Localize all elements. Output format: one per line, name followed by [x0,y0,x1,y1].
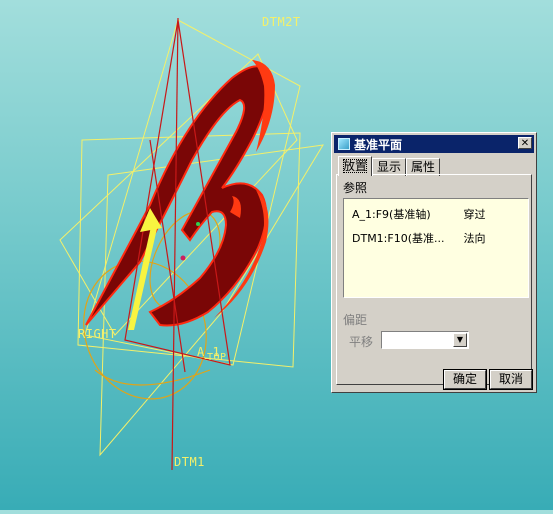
datum-plane-icon [338,138,350,150]
cancel-button[interactable]: 取消 [489,369,533,390]
translate-label: 平移 [349,335,374,349]
close-button[interactable]: ✕ [518,137,532,149]
dialog-titlebar[interactable]: 基准平面 ✕ [334,135,534,153]
offset-label: 偏距 [343,313,368,327]
references-label: 参照 [343,181,368,195]
tab-display-label: 显示 [377,160,402,174]
translate-dropdown[interactable]: ▼ [381,331,469,349]
ok-button[interactable]: 确定 [443,369,487,390]
datum-label-dtm1: DTM1 [174,455,205,469]
reference-name: A_1:F9(基准轴) [352,208,431,221]
placement-panel: 参照 A_1:F9(基准轴) 穿过 DTM1:F10(基准... 法向 偏距 平… [336,174,532,385]
references-list[interactable]: A_1:F9(基准轴) 穿过 DTM1:F10(基准... 法向 [343,198,529,298]
reference-name: DTM1:F10(基准... [352,232,445,245]
tab-placement-label: 放置 [343,159,368,173]
datum-label-dtm2t: DTM2T [262,15,301,29]
dropdown-arrow-icon[interactable]: ▼ [453,333,467,347]
tab-properties-label: 属性 [411,160,436,174]
dialog-tabs: 放置 显示 属性 [338,156,441,176]
model-part [85,60,275,327]
datum-label-top: TOP [207,352,227,363]
reference-row[interactable]: A_1:F9(基准轴) 穿过 [352,206,486,222]
dialog-title: 基准平面 [354,137,403,152]
reference-row[interactable]: DTM1:F10(基准... 法向 [352,230,486,246]
reference-constraint[interactable]: 法向 [464,232,486,245]
datum-label-right: RIGHT [78,327,117,341]
datum-plane-dialog: 基准平面 ✕ 放置 显示 属性 参照 A_1:F9(基准轴) 穿过 DTM1:F… [331,132,537,393]
reference-constraint[interactable]: 穿过 [464,208,486,221]
tab-placement[interactable]: 放置 [338,156,373,176]
